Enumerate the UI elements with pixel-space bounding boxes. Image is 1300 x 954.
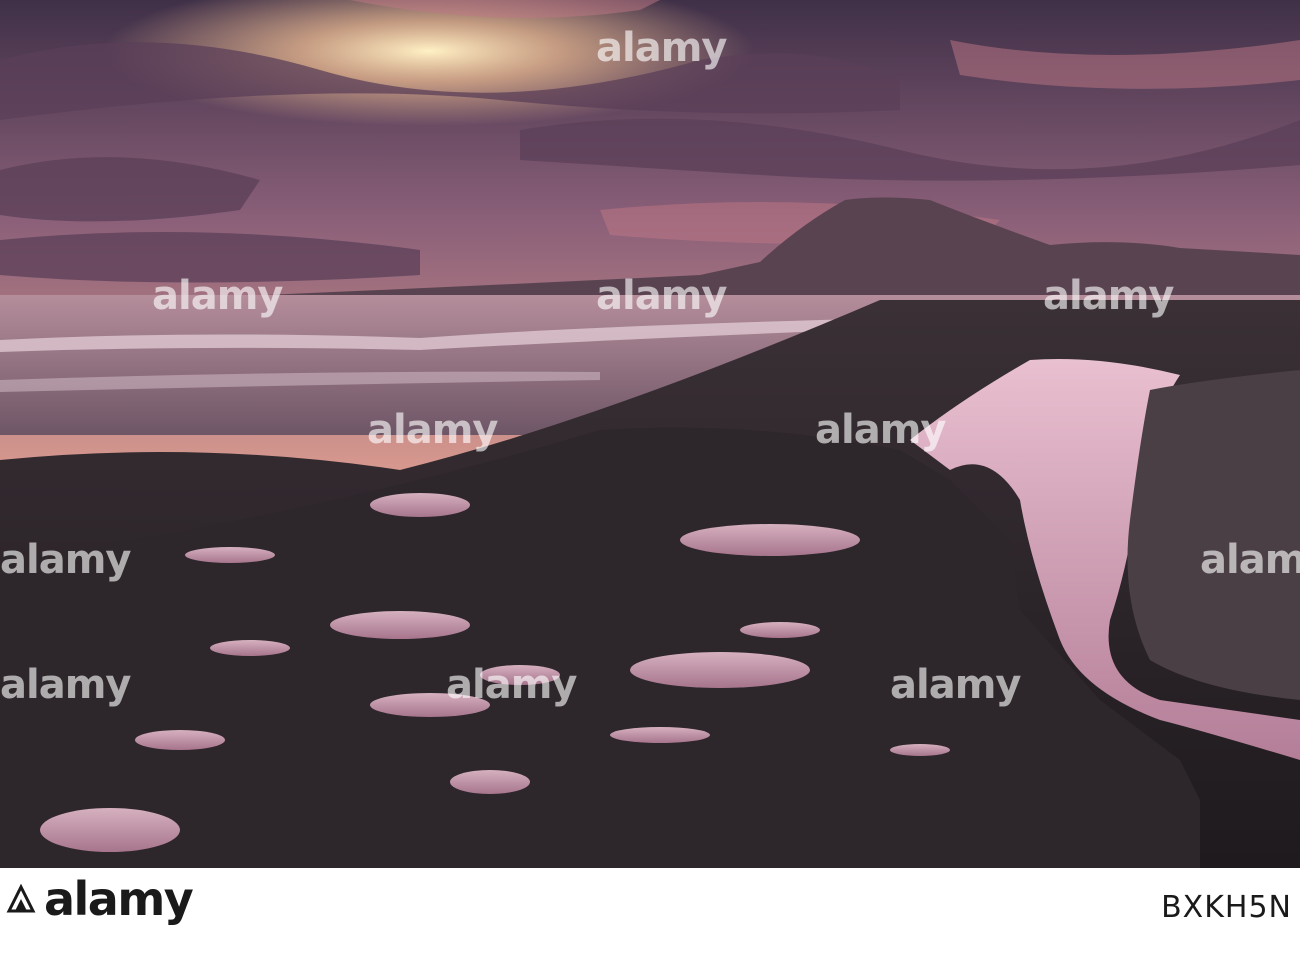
logo-text: alamy <box>44 872 194 926</box>
watermark-text: alamy <box>446 662 577 708</box>
watermark-text: alamy <box>1200 537 1300 583</box>
watermark-text: alamy <box>367 407 498 453</box>
image-id: BXKH5N <box>1161 890 1292 925</box>
alamy-logo: alamy <box>6 872 194 926</box>
watermark-text: alamy <box>596 25 727 71</box>
footer-bar: alamy BXKH5N <box>0 868 1300 954</box>
watermark-text: alamy <box>890 662 1021 708</box>
watermark-text: alamy <box>0 537 131 583</box>
watermark-text: alamy <box>152 273 283 319</box>
photo: alamy alamy alamy alamy alamy alamy alam… <box>0 0 1300 868</box>
alamy-logo-icon <box>6 884 36 913</box>
watermark-text: alamy <box>815 407 946 453</box>
watermark-text: alamy <box>0 662 131 708</box>
sunset-coast-image <box>0 0 1300 868</box>
watermark-text: alamy <box>1043 273 1174 319</box>
watermark-text: alamy <box>596 273 727 319</box>
